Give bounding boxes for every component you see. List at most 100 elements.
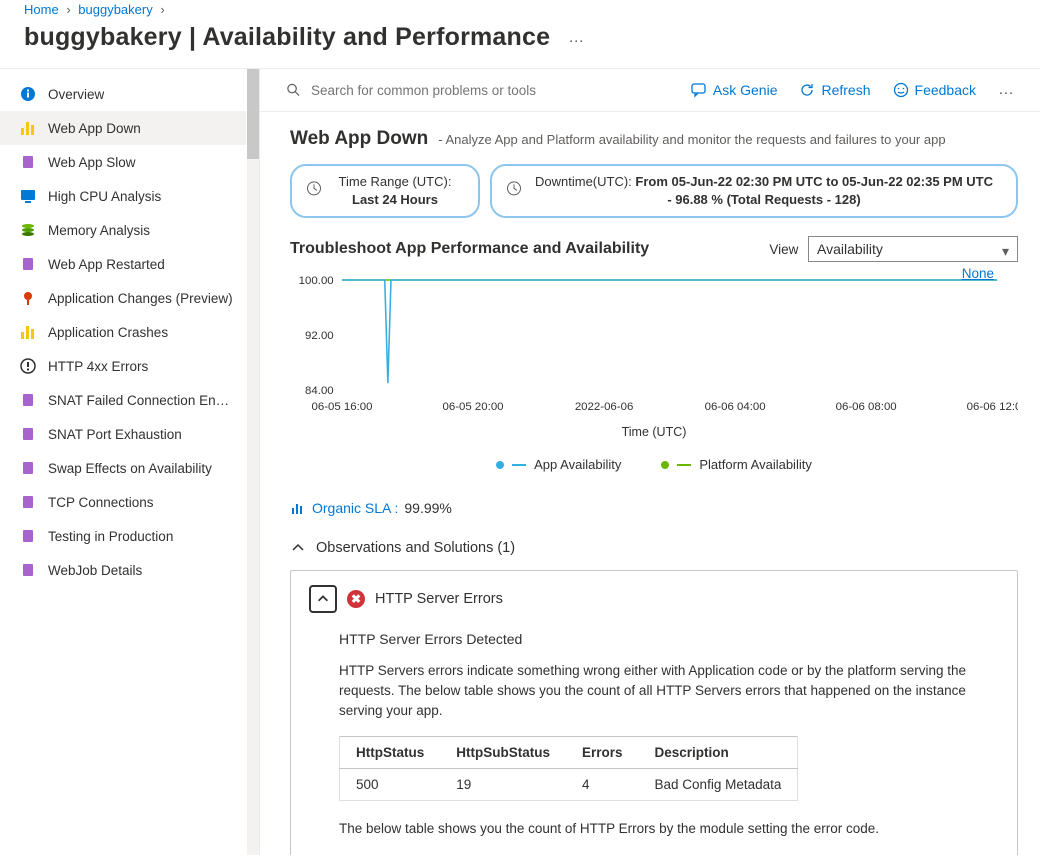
sla-value: 99.99% <box>404 500 451 516</box>
sidebar-item-swap[interactable]: Swap Effects on Availability <box>0 451 246 485</box>
refresh-icon <box>799 82 815 98</box>
sidebar-item-tcp[interactable]: TCP Connections <box>0 485 246 519</box>
svg-text:100.00: 100.00 <box>299 276 334 288</box>
availability-chart: None 84.0092.00100.0006-05 16:0006-05 20… <box>290 270 1018 439</box>
ask-genie-button[interactable]: Ask Genie <box>685 82 784 98</box>
sidebar-item-label: High CPU Analysis <box>48 189 161 204</box>
observation-detected: HTTP Server Errors Detected <box>339 631 999 647</box>
sidebar-item-label: Web App Restarted <box>48 257 165 272</box>
legend-platform-label: Platform Availability <box>699 457 811 472</box>
smile-icon <box>893 82 909 98</box>
chart-legend: App Availability Platform Availability <box>290 457 1018 472</box>
none-link[interactable]: None <box>962 266 994 281</box>
sidebar-item-high-cpu[interactable]: High CPU Analysis <box>0 179 246 213</box>
title-row: buggybakery | Availability and Performan… <box>0 23 1040 68</box>
bar-chart-icon <box>290 500 306 516</box>
breadcrumb-app[interactable]: buggybakery <box>78 2 152 17</box>
time-range-label: Time Range (UTC): <box>339 174 452 189</box>
observation-footer: The below table shows you the count of H… <box>339 819 999 839</box>
sla-row[interactable]: Organic SLA : 99.99% <box>290 500 1018 516</box>
sidebar-item-label: Application Crashes <box>48 325 168 340</box>
x-axis-title: Time (UTC) <box>290 425 1018 439</box>
refresh-button[interactable]: Refresh <box>793 82 876 98</box>
sidebar: Overview Web App Down Web App Slow High … <box>0 69 260 855</box>
clipboard-icon <box>20 528 36 544</box>
sidebar-item-label: Memory Analysis <box>48 223 150 238</box>
toolbar: Ask Genie Refresh Feedback … <box>260 69 1040 112</box>
view-value: Availability <box>817 241 883 257</box>
search-icon <box>286 82 301 98</box>
observations-header-label: Observations and Solutions (1) <box>316 540 515 556</box>
table-header: Description <box>639 737 798 769</box>
search-input[interactable] <box>311 83 675 98</box>
clipboard-icon <box>20 460 36 476</box>
clipboard-icon <box>20 256 36 272</box>
sidebar-item-memory[interactable]: Memory Analysis <box>0 213 246 247</box>
svg-text:06-06 04:00: 06-06 04:00 <box>705 402 766 414</box>
bar-chart-icon <box>20 120 36 136</box>
warning-icon <box>20 358 36 374</box>
clipboard-icon <box>20 426 36 442</box>
legend-app-label: App Availability <box>534 457 621 472</box>
feedback-label: Feedback <box>915 82 976 98</box>
more-icon[interactable]: … <box>568 29 586 47</box>
sidebar-item-snat-failed[interactable]: SNAT Failed Connection Endp... <box>0 383 246 417</box>
sidebar-item-overview[interactable]: Overview <box>0 77 246 111</box>
sidebar-item-webjob[interactable]: WebJob Details <box>0 553 246 587</box>
section-header: Web App Down - Analyze App and Platform … <box>290 128 1018 150</box>
sidebar-item-app-changes[interactable]: Application Changes (Preview) <box>0 281 246 315</box>
sidebar-item-crashes[interactable]: Application Crashes <box>0 315 246 349</box>
toolbar-more-icon[interactable]: … <box>992 81 1022 99</box>
sidebar-item-web-app-slow[interactable]: Web App Slow <box>0 145 246 179</box>
info-icon <box>20 86 36 102</box>
sidebar-item-http-4xx[interactable]: HTTP 4xx Errors <box>0 349 246 383</box>
observation-card: ✖ HTTP Server Errors HTTP Server Errors … <box>290 570 1018 855</box>
clipboard-icon <box>20 494 36 510</box>
table-header: Errors <box>566 737 639 769</box>
sidebar-item-label: SNAT Port Exhaustion <box>48 427 182 442</box>
chevron-right-icon: › <box>66 2 70 17</box>
svg-text:06-05 16:00: 06-05 16:00 <box>311 402 372 414</box>
observation-title: HTTP Server Errors <box>375 591 503 607</box>
downtime-pill[interactable]: Downtime(UTC): From 05-Jun-22 02:30 PM U… <box>490 164 1018 218</box>
sidebar-item-restarted[interactable]: Web App Restarted <box>0 247 246 281</box>
breadcrumb: Home › buggybakery › <box>0 0 1040 23</box>
view-select[interactable]: Availability ▾ <box>808 236 1018 262</box>
sidebar-item-label: Swap Effects on Availability <box>48 461 212 476</box>
pin-icon <box>20 290 36 306</box>
observations-header[interactable]: Observations and Solutions (1) <box>290 540 1018 556</box>
sidebar-item-label: WebJob Details <box>48 563 142 578</box>
observation-desc: HTTP Servers errors indicate something w… <box>339 661 999 720</box>
legend-app: App Availability <box>496 457 621 472</box>
legend-platform: Platform Availability <box>661 457 811 472</box>
sidebar-item-web-app-down[interactable]: Web App Down <box>0 111 246 145</box>
chevron-right-icon: › <box>160 2 164 17</box>
sidebar-item-snat-port[interactable]: SNAT Port Exhaustion <box>0 417 246 451</box>
time-range-pill[interactable]: Time Range (UTC): Last 24 Hours <box>290 164 480 218</box>
sla-label: Organic SLA : <box>312 500 398 516</box>
scrollbar[interactable] <box>247 69 259 855</box>
monitor-icon <box>20 188 36 204</box>
main: Ask Genie Refresh Feedback … Web App Dow… <box>260 69 1040 855</box>
svg-text:92.00: 92.00 <box>305 331 334 343</box>
troubleshoot-row: Troubleshoot App Performance and Availab… <box>290 236 1018 262</box>
sidebar-item-label: Web App Down <box>48 121 141 136</box>
table-cell: 500 <box>340 769 441 801</box>
page-title: buggybakery | Availability and Performan… <box>24 23 550 52</box>
sidebar-item-label: HTTP 4xx Errors <box>48 359 148 374</box>
clipboard-icon <box>20 154 36 170</box>
time-range-value: Last 24 Hours <box>352 192 438 207</box>
breadcrumb-home[interactable]: Home <box>24 2 59 17</box>
stack-icon <box>20 222 36 238</box>
collapse-button[interactable] <box>309 585 337 613</box>
svg-text:06-06 12:00: 06-06 12:00 <box>967 402 1018 414</box>
downtime-label: Downtime(UTC): <box>535 174 635 189</box>
sidebar-item-label: SNAT Failed Connection Endp... <box>48 393 236 408</box>
sidebar-item-testing[interactable]: Testing in Production <box>0 519 246 553</box>
feedback-button[interactable]: Feedback <box>887 82 982 98</box>
section-subtitle: - Analyze App and Platform availability … <box>438 132 945 147</box>
bar-chart-icon <box>20 324 36 340</box>
troubleshoot-heading: Troubleshoot App Performance and Availab… <box>290 240 649 258</box>
clock-icon <box>306 181 322 202</box>
table-header: HttpStatus <box>340 737 441 769</box>
